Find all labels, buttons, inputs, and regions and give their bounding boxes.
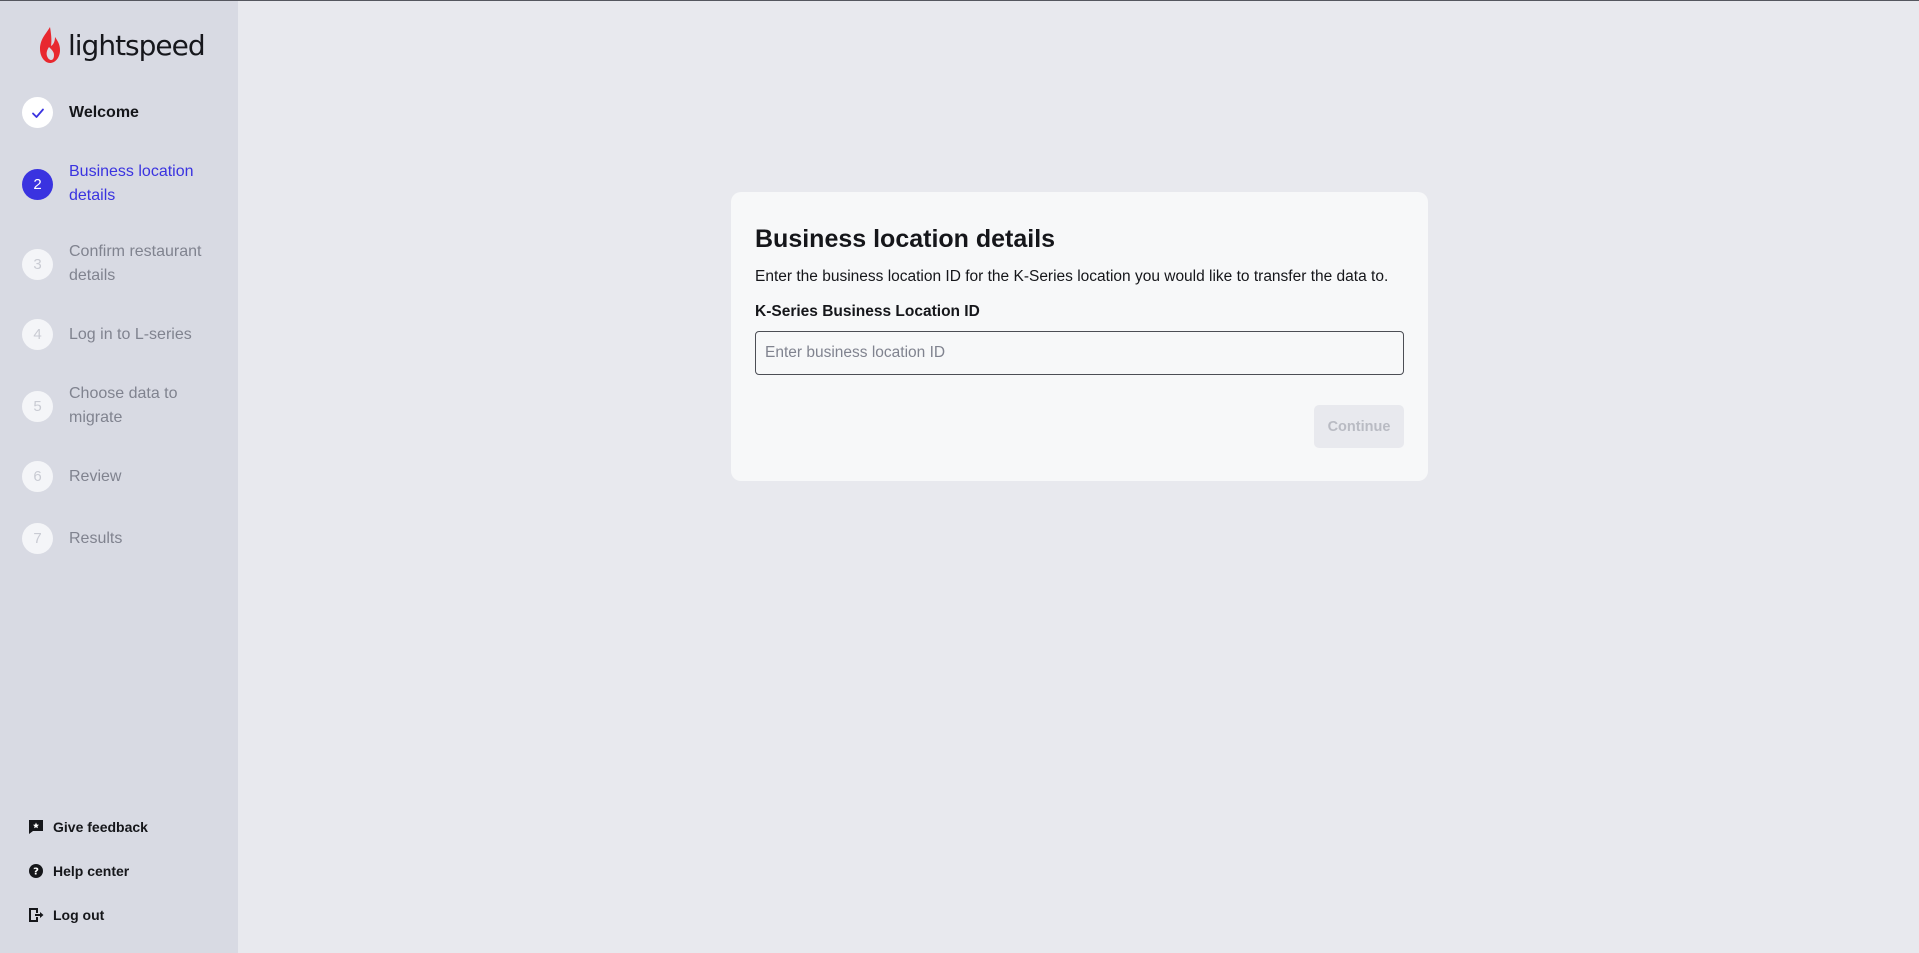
lightspeed-logo: lightspeed xyxy=(36,24,206,66)
give-feedback-link[interactable]: Give feedback xyxy=(28,819,148,835)
log-out-link[interactable]: Log out xyxy=(28,907,104,923)
step-number: 3 xyxy=(22,248,53,280)
step-business-location[interactable]: 2 Business location details xyxy=(22,160,232,208)
step-choose-data[interactable]: 5 Choose data to migrate xyxy=(22,382,232,430)
step-label: Review xyxy=(69,467,122,485)
step-label: Welcome xyxy=(69,103,139,121)
step-label: Business location details xyxy=(69,163,194,204)
svg-text:?: ? xyxy=(33,867,39,878)
window-top-border xyxy=(0,0,1919,1)
step-log-in[interactable]: 4 Log in to L-series xyxy=(22,319,232,350)
step-number: 6 xyxy=(22,461,53,492)
step-number: 4 xyxy=(22,319,53,350)
step-label: Choose data to migrate xyxy=(69,385,178,426)
business-location-id-input[interactable] xyxy=(755,331,1404,375)
help-center-label: Help center xyxy=(53,863,130,879)
card-description: Enter the business location ID for the K… xyxy=(755,268,1389,285)
step-number: 2 xyxy=(22,168,53,200)
help-center-link[interactable]: ? Help center xyxy=(28,863,129,879)
help-icon: ? xyxy=(29,864,43,878)
step-number: 5 xyxy=(22,390,53,422)
step-welcome[interactable]: Welcome xyxy=(22,97,232,128)
step-confirm-restaurant[interactable]: 3 Confirm restaurant details xyxy=(22,240,232,288)
log-out-label: Log out xyxy=(53,907,105,923)
step-label: Confirm restaurant details xyxy=(69,243,202,284)
log-out-icon xyxy=(29,908,44,922)
brand-name: lightspeed xyxy=(68,28,206,62)
feedback-icon xyxy=(29,820,43,834)
step-label: Results xyxy=(69,529,123,547)
step-number: 7 xyxy=(22,523,53,554)
location-id-label: K-Series Business Location ID xyxy=(755,303,980,320)
give-feedback-label: Give feedback xyxy=(53,819,148,835)
step-results[interactable]: 7 Results xyxy=(22,523,232,554)
card-title: Business location details xyxy=(755,225,1056,253)
sidebar: lightspeed Welcome 2 Business location d… xyxy=(0,1,238,953)
step-check-circle xyxy=(22,97,53,128)
continue-button[interactable]: Continue xyxy=(1314,405,1404,448)
flame-logo-icon xyxy=(40,27,60,63)
step-label: Log in to L-series xyxy=(69,325,192,343)
step-review[interactable]: 6 Review xyxy=(22,461,232,492)
business-location-card: Business location details Enter the busi… xyxy=(731,192,1428,481)
check-icon xyxy=(31,108,44,118)
